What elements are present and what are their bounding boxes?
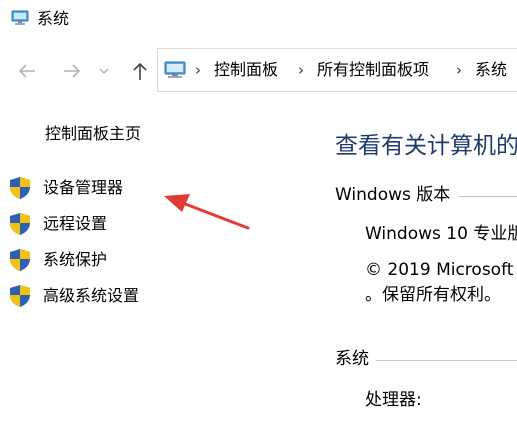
uac-shield-icon [10, 249, 30, 271]
window-title: 系统 [37, 9, 70, 28]
windows-edition-value: Windows 10 专业版 [365, 224, 517, 244]
window: 系统 › 控制面板 › 所有控制面板项 › 系统 控制面板主页 设备管理器 远程… [0, 0, 517, 441]
system-computer-icon [11, 10, 29, 25]
forward-arrow-icon [64, 64, 81, 78]
back-button[interactable] [16, 60, 38, 82]
processor-label: 处理器: [365, 390, 422, 410]
windows-edition-heading: Windows 版本 [335, 185, 451, 205]
chevron-down-icon[interactable] [97, 64, 111, 78]
section-divider [376, 360, 517, 361]
sidebar-item-label: 设备管理器 [43, 178, 124, 197]
red-arrow-icon [164, 194, 250, 230]
uac-shield-icon [10, 213, 30, 235]
breadcrumb-separator-icon: › [456, 61, 462, 79]
control-panel-home-link[interactable]: 控制面板主页 [45, 123, 141, 145]
breadcrumb-all-items[interactable]: 所有控制面板项 [317, 59, 429, 81]
copyright-text: © 2019 Microsoft [365, 260, 514, 280]
uac-shield-icon [10, 177, 30, 199]
sidebar-item-device-manager[interactable]: 设备管理器 [8, 175, 123, 201]
forward-button[interactable] [61, 60, 83, 82]
page-title: 查看有关计算机的 [335, 133, 517, 159]
sidebar-item-advanced-settings[interactable]: 高级系统设置 [8, 283, 139, 309]
uac-shield-icon [10, 285, 30, 307]
up-arrow-icon [133, 62, 147, 80]
rights-text: 。保留所有权利。 [365, 285, 501, 305]
section-divider [459, 196, 517, 197]
sidebar-item-system-protection[interactable]: 系统保护 [8, 247, 107, 273]
sidebar-item-remote-settings[interactable]: 远程设置 [8, 211, 107, 237]
breadcrumb-separator-icon: › [298, 61, 304, 79]
sidebar-item-label: 系统保护 [43, 250, 108, 269]
system-heading: 系统 [335, 349, 369, 369]
sidebar-item-label: 远程设置 [43, 214, 108, 233]
breadcrumb-separator-icon: › [195, 61, 201, 79]
up-button[interactable] [129, 60, 151, 82]
sidebar-item-label: 高级系统设置 [43, 286, 140, 305]
back-arrow-icon [18, 64, 35, 78]
breadcrumb-control-panel[interactable]: 控制面板 [214, 59, 278, 81]
control-panel-icon [164, 61, 186, 78]
breadcrumb-system[interactable]: 系统 [475, 59, 507, 81]
